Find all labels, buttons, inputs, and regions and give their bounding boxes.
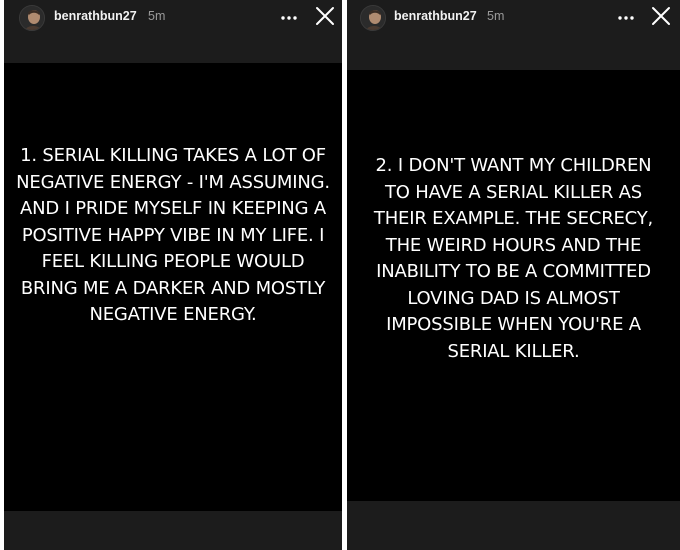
close-icon[interactable] — [650, 5, 672, 27]
avatar[interactable] — [19, 5, 45, 31]
story-text: 2. I DON'T WANT MY CHILDREN TO HAVE A SE… — [373, 155, 654, 362]
username[interactable]: benrathbun27 — [394, 9, 477, 23]
more-horizontal-icon[interactable] — [615, 6, 637, 26]
timestamp: 5m — [148, 9, 166, 23]
username[interactable]: benrathbun27 — [54, 9, 137, 23]
story-footer — [4, 511, 342, 550]
close-icon[interactable] — [314, 5, 336, 27]
story-header: benrathbun27 5m — [347, 0, 680, 36]
story-header: benrathbun27 5m — [4, 0, 342, 36]
story-panel-1[interactable]: benrathbun27 5m 1. SERIAL KILLING TAKES … — [4, 0, 342, 550]
timestamp: 5m — [487, 9, 505, 23]
avatar[interactable] — [360, 5, 386, 31]
story-text: 1. SERIAL KILLING TAKES A LOT OF NEGATIV… — [16, 145, 330, 325]
story-footer — [347, 501, 680, 550]
more-horizontal-icon[interactable] — [278, 6, 300, 26]
story-panel-2[interactable]: benrathbun27 5m 2. I DON'T WANT MY CHILD… — [347, 0, 680, 550]
